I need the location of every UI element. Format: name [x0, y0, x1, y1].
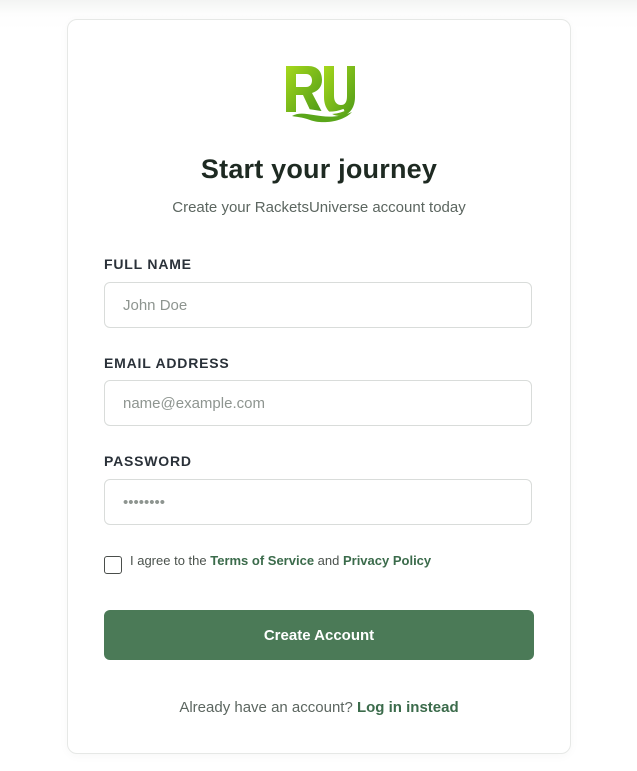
page-title: Start your journey — [200, 154, 438, 184]
signup-page: Start your journey Create your RacketsUn… — [0, 0, 637, 771]
login-prompt-text: Already have an account? — [179, 699, 357, 716]
email-label: EMAIL ADDRESS — [104, 355, 230, 371]
login-prompt: Already have an account? Log in instead — [68, 699, 570, 716]
login-link[interactable]: Log in instead — [357, 699, 459, 716]
agreement-conjunction: and — [314, 553, 343, 568]
full-name-input[interactable] — [104, 282, 532, 328]
signup-card: Start your journey Create your RacketsUn… — [67, 19, 571, 754]
rackets-universe-logo — [286, 66, 355, 123]
email-input[interactable] — [104, 380, 532, 426]
privacy-policy-link[interactable]: Privacy Policy — [343, 553, 431, 568]
password-input[interactable] — [104, 479, 532, 525]
agreement-text: I agree to the Terms of Service and Priv… — [130, 553, 431, 568]
create-account-button[interactable]: Create Account — [104, 610, 534, 660]
page-subtitle: Create your RacketsUniverse account toda… — [172, 199, 466, 216]
agreement-prefix: I agree to the — [130, 553, 211, 568]
terms-of-service-link[interactable]: Terms of Service — [210, 553, 314, 568]
agree-checkbox[interactable] — [104, 556, 122, 574]
full-name-label: FULL NAME — [104, 256, 192, 272]
password-label: PASSWORD — [104, 453, 192, 469]
